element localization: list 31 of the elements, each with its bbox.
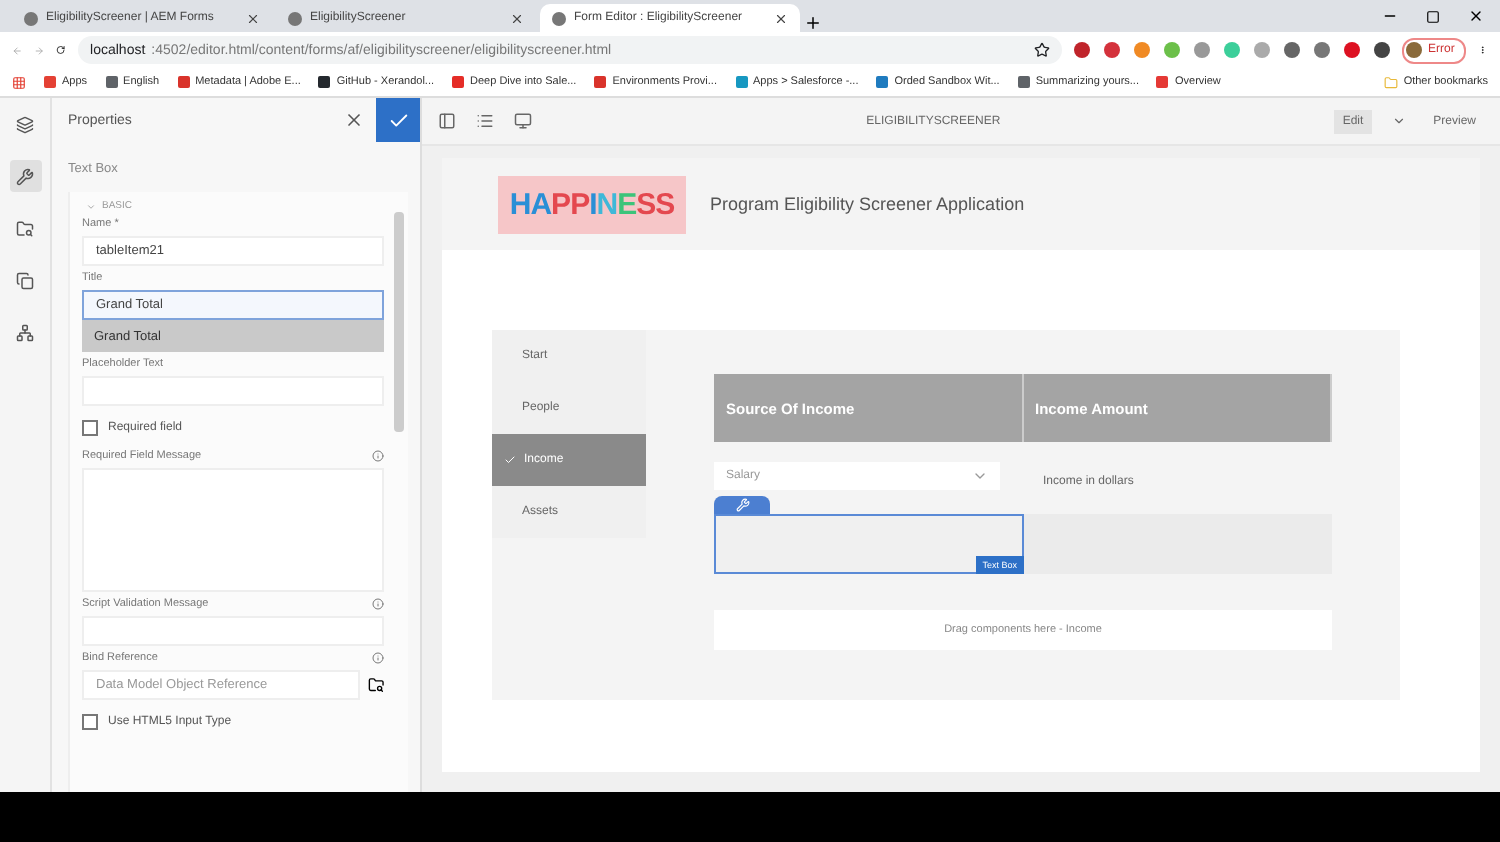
caret-icon[interactable]	[1391, 114, 1406, 128]
close-icon[interactable]	[1468, 8, 1484, 24]
close-icon[interactable]	[510, 11, 524, 25]
star-icon[interactable]	[1034, 42, 1051, 58]
maximize-icon[interactable]	[1426, 9, 1440, 23]
close-icon[interactable]	[246, 11, 260, 25]
checkbox[interactable]	[82, 420, 98, 436]
reload-icon[interactable]	[56, 42, 67, 58]
new-tab-icon[interactable]	[804, 14, 822, 32]
caret-icon	[86, 201, 96, 211]
info-icon[interactable]	[372, 598, 384, 610]
form-heading: Program Eligibility Screener Application	[710, 194, 1025, 214]
text-box-field[interactable]	[714, 514, 1023, 574]
side-panel-icon[interactable]	[438, 112, 456, 130]
list-icon[interactable]	[476, 112, 494, 130]
logo: HAPPINESS	[498, 175, 686, 233]
wrench-icon[interactable]	[9, 160, 41, 192]
check-icon	[387, 109, 409, 131]
caret-icon	[971, 468, 987, 484]
devices-icon[interactable]	[514, 112, 532, 130]
checkbox[interactable]	[82, 714, 98, 730]
check-icon	[504, 454, 516, 466]
info-icon[interactable]	[372, 652, 384, 664]
info-icon[interactable]	[372, 450, 384, 462]
close-icon[interactable]	[774, 11, 788, 25]
done-button[interactable]	[376, 98, 420, 142]
browse-icon[interactable]	[367, 676, 384, 694]
edit-handle[interactable]	[714, 496, 770, 514]
close-icon[interactable]	[344, 110, 364, 130]
apps-icon[interactable]	[12, 75, 26, 89]
folder-icon	[1383, 75, 1398, 89]
